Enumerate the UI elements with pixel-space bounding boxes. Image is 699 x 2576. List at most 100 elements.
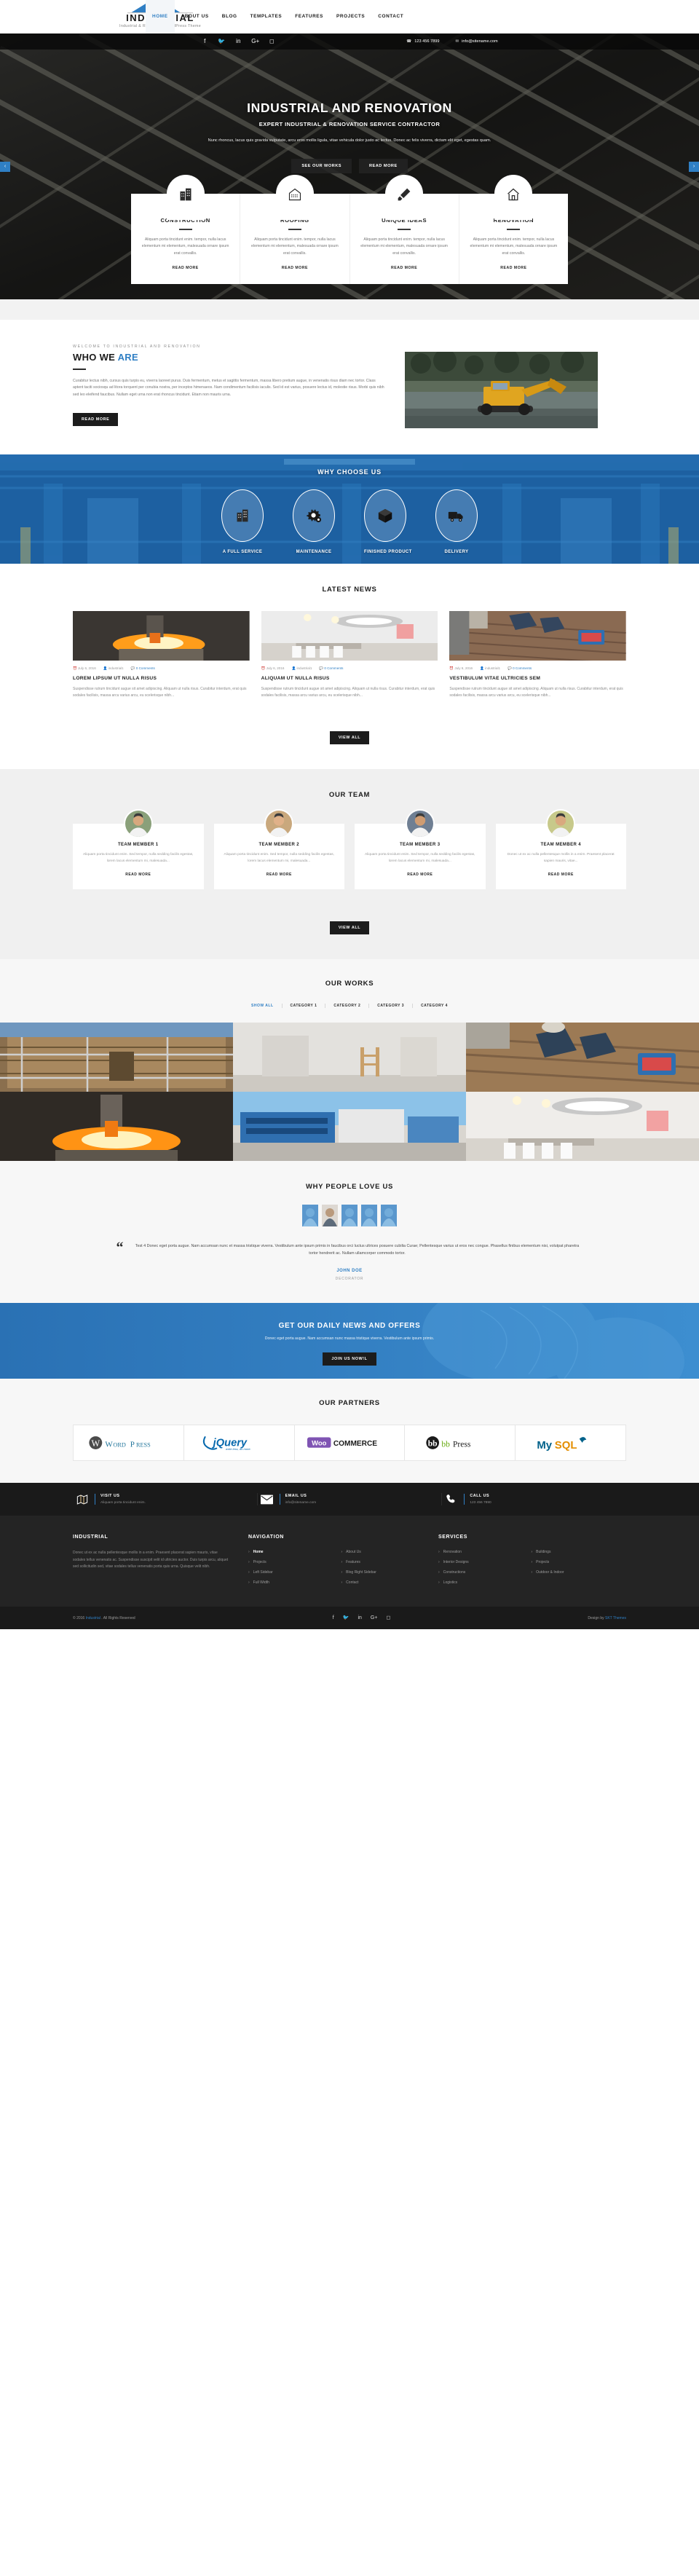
nav-item-templates[interactable]: TEMPLATES — [244, 0, 289, 34]
works-filter-show-all[interactable]: SHOW ALL — [243, 1004, 283, 1009]
work-item[interactable] — [233, 1092, 466, 1162]
email-info[interactable]: ✉ info@sitename.com — [455, 39, 497, 44]
nav-item-about-us[interactable]: ABOUT US — [175, 0, 216, 34]
partner-logo-jquery[interactable]: jQuery write less, do more. — [184, 1425, 295, 1461]
news-title[interactable]: LOREM LIPSUM UT NULLA RISUS — [73, 676, 250, 681]
footer-link[interactable]: Projects — [253, 1560, 266, 1564]
service-read-more-link[interactable]: READ MORE — [282, 266, 308, 270]
footer-link-item[interactable]: › Projects — [532, 1560, 610, 1564]
footer-link[interactable]: Logistics — [443, 1580, 457, 1585]
news-comments-link[interactable]: 💬 0 Comments — [508, 666, 532, 671]
works-filter-category-1[interactable]: CATEGORY 1 — [283, 1004, 326, 1009]
footer-link-item[interactable]: › Full Width — [248, 1580, 327, 1585]
who-read-more-button[interactable]: READ MORE — [73, 413, 119, 427]
footer-link-item[interactable]: › Projects — [248, 1560, 327, 1564]
news-card[interactable]: ⏰ July 6, 2016 👤 industrial1 💬 0 Comments A… — [261, 611, 438, 699]
linkedin-icon[interactable]: in — [234, 38, 242, 45]
nav-item-contact[interactable]: CONTACT — [371, 0, 410, 34]
linkedin-icon[interactable]: in — [358, 1615, 361, 1621]
testimonial-avatar[interactable] — [302, 1205, 318, 1227]
team-read-more-link[interactable]: READ MORE — [548, 873, 574, 877]
service-read-more-link[interactable]: READ MORE — [173, 266, 199, 270]
footer-link[interactable]: Contact — [346, 1580, 358, 1585]
footer-link[interactable]: Left Sidebar — [253, 1570, 273, 1575]
news-card[interactable]: ⏰ July 6, 2016 👤 industrial1 💬 0 Comments V… — [449, 611, 627, 699]
footer-link-item[interactable]: › Renovation — [438, 1550, 517, 1554]
join-us-now-button[interactable]: JOIN US NOW!L — [323, 1352, 376, 1366]
footer-link[interactable]: Buildings — [536, 1550, 550, 1554]
service-read-more-link[interactable]: READ MORE — [391, 266, 417, 270]
footer-link[interactable]: Interior Designs — [443, 1560, 469, 1564]
footer-link-item[interactable]: › Contact — [341, 1580, 420, 1585]
team-view-all-button[interactable]: VIEW ALL — [329, 921, 370, 935]
nav-item-projects[interactable]: PROJECTS — [330, 0, 371, 34]
footer-link-item[interactable]: › Blog Right Sidebar — [341, 1570, 420, 1575]
service-read-more-link[interactable]: READ MORE — [500, 266, 526, 270]
partner-logo-mysql[interactable]: My SQL — [516, 1425, 625, 1460]
googleplus-icon[interactable]: G+ — [251, 38, 259, 45]
testimonial-avatars[interactable] — [73, 1205, 626, 1227]
footer-link-item[interactable]: › Logistics — [438, 1580, 517, 1585]
news-thumbnail[interactable] — [261, 611, 438, 661]
nav-item-blog[interactable]: BLOG — [216, 0, 244, 34]
nav-item-features[interactable]: FEATURES — [288, 0, 330, 34]
testimonial-avatar[interactable] — [361, 1205, 377, 1227]
footer-link[interactable]: About Us — [346, 1550, 361, 1554]
footer-link-item[interactable]: › Interior Designs — [438, 1560, 517, 1564]
work-item[interactable] — [466, 1023, 699, 1092]
partner-logo-wordpress[interactable]: W W ORD P RESS — [74, 1425, 184, 1461]
why-choose-item[interactable]: A FULL SERVICE — [221, 489, 264, 554]
footer-link-item[interactable]: › Constructions — [438, 1570, 517, 1575]
partner-logo-woocommerce[interactable]: Woo COMMERCE — [295, 1425, 406, 1461]
phone-info[interactable]: ☎ 123 456 7899 — [406, 39, 439, 44]
team-read-more-link[interactable]: READ MORE — [266, 873, 292, 877]
footer-link[interactable]: Renovation — [443, 1550, 462, 1554]
news-view-all-button[interactable]: VIEW ALL — [329, 731, 370, 744]
footer-link-item[interactable]: › Features — [341, 1560, 420, 1564]
news-card[interactable]: ⏰ July 6, 2016 👤 industrial1 💬 0 Comments L… — [73, 611, 250, 699]
footer-link[interactable]: Home — [253, 1550, 264, 1554]
facebook-icon[interactable]: f — [201, 38, 208, 45]
team-read-more-link[interactable]: READ MORE — [407, 873, 433, 877]
works-filter-category-4[interactable]: CATEGORY 4 — [413, 1004, 456, 1008]
footer-social-links[interactable]: f 🐦 in G+ ◻ — [333, 1615, 390, 1621]
footer-link[interactable]: Blog Right Sidebar — [346, 1570, 376, 1575]
footer-link-item[interactable]: › Left Sidebar — [248, 1570, 327, 1575]
see-our-works-button[interactable]: SEE OUR WORKS — [291, 159, 352, 173]
footer-link-item[interactable]: › About Us — [341, 1550, 420, 1554]
why-choose-item[interactable]: MAINTENANCE — [293, 489, 335, 554]
footer-link[interactable]: Outdoor & Indoor — [536, 1570, 564, 1575]
testimonial-avatar[interactable] — [341, 1205, 358, 1227]
footer-link-item[interactable]: › Home — [248, 1550, 327, 1554]
works-filter-tabs[interactable]: SHOW ALL CATEGORY 1 CATEGORY 2 CATEGORY 3 CA… — [73, 1004, 626, 1009]
copyright-link[interactable]: Industrial — [86, 1616, 100, 1620]
slider-next-arrow[interactable]: › — [689, 161, 699, 172]
work-item[interactable] — [466, 1092, 699, 1162]
news-comments-link[interactable]: 💬 0 Comments — [319, 666, 343, 671]
footer-link[interactable]: Constructions — [443, 1570, 466, 1575]
testimonial-avatar[interactable] — [322, 1205, 338, 1227]
news-thumbnail[interactable] — [73, 611, 250, 661]
work-item[interactable] — [0, 1023, 233, 1092]
footer-link[interactable]: Features — [346, 1560, 360, 1564]
instagram-icon[interactable]: ◻ — [386, 1615, 390, 1621]
nav-item-home[interactable]: HOME — [146, 0, 175, 34]
footer-link-item[interactable]: › Outdoor & Indoor — [532, 1570, 610, 1575]
design-credit-link[interactable]: SKT Themes — [605, 1616, 626, 1620]
footer-link-item[interactable]: › Buildings — [532, 1550, 610, 1554]
partner-logo-bbpress[interactable]: bb bb Press — [405, 1425, 516, 1461]
facebook-icon[interactable]: f — [333, 1615, 334, 1621]
twitter-icon[interactable]: 🐦 — [343, 1615, 350, 1621]
read-more-button[interactable]: READ MORE — [359, 159, 408, 173]
testimonial-avatar[interactable] — [381, 1205, 397, 1227]
main-navigation[interactable]: HOME ABOUT US BLOG TEMPLATES FEATURES PROJECT… — [146, 0, 410, 34]
why-choose-item[interactable]: FINISHED PRODUCT — [364, 489, 411, 554]
team-read-more-link[interactable]: READ MORE — [125, 873, 151, 877]
news-thumbnail[interactable] — [449, 611, 627, 661]
footer-link[interactable]: Projects — [536, 1560, 549, 1564]
work-item[interactable] — [233, 1023, 466, 1092]
slider-prev-arrow[interactable]: ‹ — [0, 161, 10, 172]
news-title[interactable]: ALIQUAM UT NULLA RISUS — [261, 676, 438, 681]
works-filter-category-2[interactable]: CATEGORY 2 — [325, 1004, 370, 1009]
news-comments-link[interactable]: 💬 0 Comments — [131, 666, 155, 671]
